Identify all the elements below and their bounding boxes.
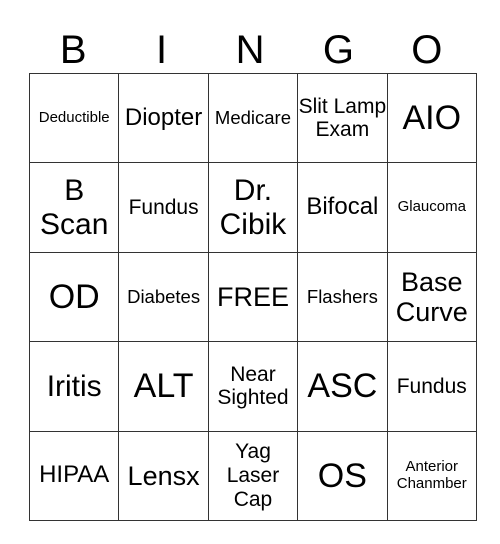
bingo-row: Deductible Diopter Medicare Slit Lamp Ex… (28, 72, 477, 164)
bingo-cell[interactable]: Lensx (118, 430, 209, 521)
bingo-cell[interactable]: Diabetes (118, 251, 209, 343)
bingo-cell[interactable]: Fundus (386, 341, 477, 432)
bingo-cell[interactable]: Near Sighted (207, 341, 299, 432)
bingo-cell[interactable]: Dr. Cibik (207, 162, 299, 253)
bingo-cell[interactable]: B Scan (28, 162, 120, 253)
bingo-cell[interactable]: Medicare (207, 72, 299, 164)
bingo-row: OD Diabetes FREE Flashers Base Curve (28, 251, 477, 343)
bingo-cell[interactable]: Diopter (118, 72, 209, 164)
bingo-cell[interactable]: Deductible (28, 72, 120, 164)
bingo-cell[interactable]: AIO (386, 72, 477, 164)
bingo-cell[interactable]: ALT (118, 341, 209, 432)
header-letter-b: B (59, 28, 87, 72)
bingo-card-grid: Deductible Diopter Medicare Slit Lamp Ex… (28, 72, 477, 521)
bingo-cell[interactable]: Iritis (28, 341, 120, 432)
bingo-cell[interactable]: OS (297, 430, 388, 521)
header-letter-i: I (156, 28, 168, 72)
bingo-cell[interactable]: Bifocal (297, 162, 388, 253)
bingo-cell[interactable]: HIPAA (28, 430, 120, 521)
header-letter-n: N (235, 28, 265, 72)
header-letter-o: O (411, 28, 443, 72)
bingo-cell[interactable]: Glaucoma (386, 162, 477, 253)
bingo-header: B I N G O (29, 28, 471, 73)
bingo-cell[interactable]: ASC (297, 341, 388, 432)
bingo-cell[interactable]: Base Curve (386, 251, 477, 343)
bingo-cell[interactable]: Yag Laser Cap (207, 430, 299, 521)
bingo-row: B Scan Fundus Dr. Cibik Bifocal Glaucoma (28, 162, 477, 253)
bingo-cell[interactable]: Fundus (118, 162, 209, 253)
bingo-row: HIPAA Lensx Yag Laser Cap OS Anterior Ch… (28, 430, 477, 521)
bingo-cell[interactable]: OD (28, 251, 120, 343)
bingo-cell[interactable]: Slit Lamp Exam (297, 72, 388, 164)
free-space-cell[interactable]: FREE (207, 251, 299, 343)
bingo-cell[interactable]: Flashers (297, 251, 388, 343)
header-letter-g: G (322, 28, 354, 72)
bingo-cell[interactable]: Anterior Chanmber (386, 430, 477, 521)
bingo-row: Iritis ALT Near Sighted ASC Fundus (28, 341, 477, 432)
